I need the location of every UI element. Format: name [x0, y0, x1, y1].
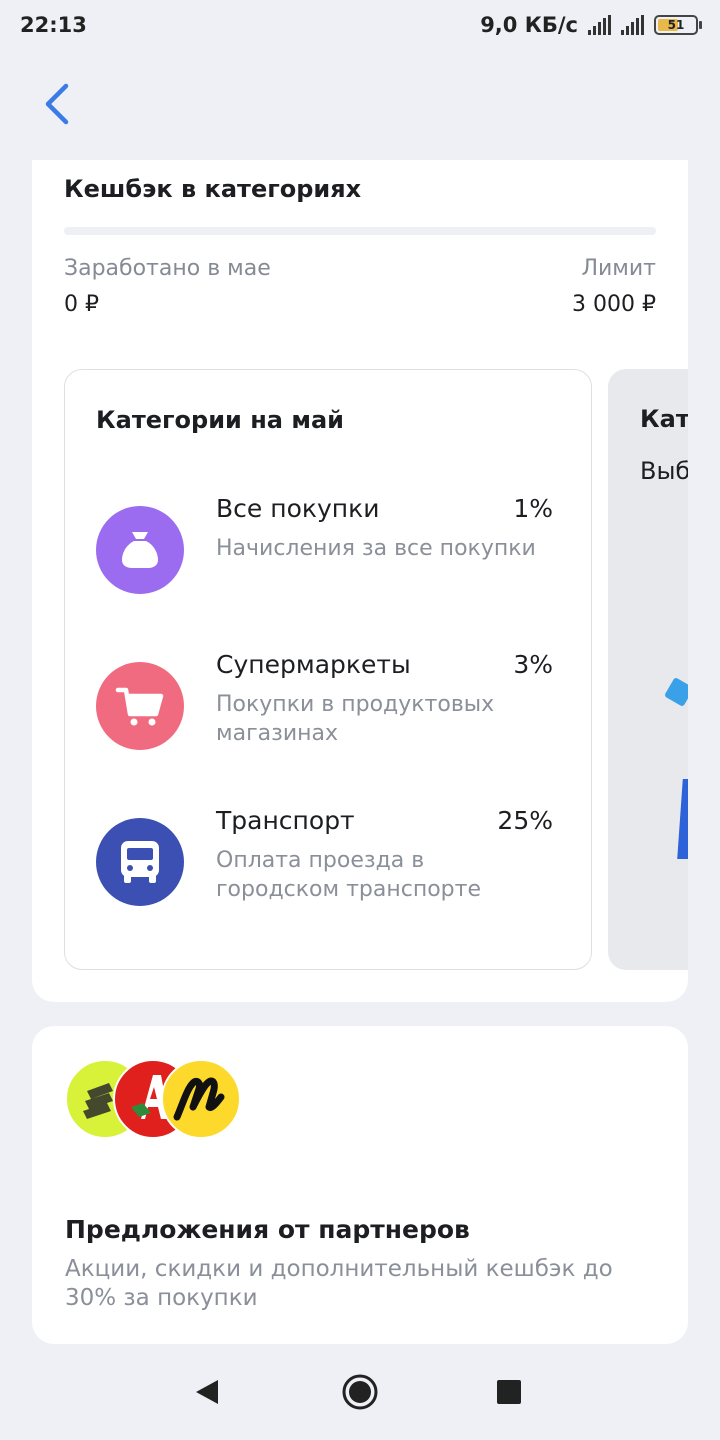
system-nav-bar — [0, 1344, 720, 1440]
status-indicators: 9,0 КБ/с 51 — [480, 13, 702, 37]
category-item-all-purchases[interactable]: Все покупки 1% Начисления за все покупки — [65, 494, 593, 626]
limit-value: 3 000 ₽ — [572, 292, 656, 317]
earned-value: 0 ₽ — [64, 292, 99, 317]
battery-icon: 51 — [654, 15, 702, 35]
category-description: Оплата проезда в городском транспорте — [216, 848, 481, 902]
category-percent: 1% — [513, 494, 553, 523]
money-bag-icon — [96, 506, 184, 594]
nav-back-button[interactable] — [188, 1372, 228, 1412]
category-name: Все покупки — [216, 494, 380, 523]
back-button[interactable] — [36, 80, 80, 128]
categories-title: Категории на май — [96, 406, 344, 434]
partners-title: Предложения от партнеров — [65, 1215, 470, 1244]
battery-level: 51 — [667, 18, 685, 32]
cashback-title: Кешбэк в категориях — [64, 175, 362, 203]
next-categories-card[interactable]: Кат Выб — [608, 369, 688, 970]
network-speed: 9,0 КБ/с — [480, 13, 578, 37]
cashback-card: Кешбэк в категориях Заработано в мае 0 ₽… — [32, 160, 688, 1002]
chevron-left-icon — [45, 83, 69, 125]
recents-icon — [497, 1380, 521, 1404]
category-description: Начисления за все покупки — [216, 536, 536, 561]
cashback-progress-bar — [64, 227, 656, 235]
signal-icon — [621, 15, 644, 35]
category-name: Супермаркеты — [216, 650, 411, 679]
partner-logo-yellow — [161, 1059, 241, 1139]
shopping-cart-icon — [96, 662, 184, 750]
status-time: 22:13 — [20, 13, 87, 37]
limit-label: Лимит — [581, 256, 656, 281]
category-name: Транспорт — [216, 806, 355, 835]
nav-recents-button[interactable] — [490, 1372, 530, 1412]
bus-icon — [96, 818, 184, 906]
partners-description: Акции, скидки и дополнительный кешбэк до… — [65, 1256, 613, 1311]
back-icon — [196, 1380, 218, 1404]
category-description: Покупки в продуктовых магазинах — [216, 692, 495, 746]
category-item-transport[interactable]: Транспорт 25% Оплата проезда в городском… — [65, 806, 593, 938]
status-bar: 22:13 9,0 КБ/с 51 — [0, 0, 720, 50]
signal-icon — [588, 15, 611, 35]
categories-card[interactable]: Категории на май Все покупки 1% Начислен… — [64, 369, 592, 970]
next-card-title: Кат — [640, 405, 688, 433]
category-percent: 3% — [513, 650, 553, 679]
nav-home-button[interactable] — [340, 1372, 380, 1412]
earned-label: Заработано в мае — [64, 256, 271, 281]
next-card-subtitle: Выб — [640, 457, 688, 485]
home-icon — [342, 1374, 378, 1410]
decorative-shape — [677, 779, 688, 859]
partner-logos — [65, 1059, 245, 1141]
partners-card[interactable]: Предложения от партнеров Акции, скидки и… — [32, 1026, 688, 1344]
category-item-supermarkets[interactable]: Супермаркеты 3% Покупки в продуктовых ма… — [65, 650, 593, 782]
decorative-shape — [663, 676, 688, 708]
category-percent: 25% — [497, 806, 553, 835]
